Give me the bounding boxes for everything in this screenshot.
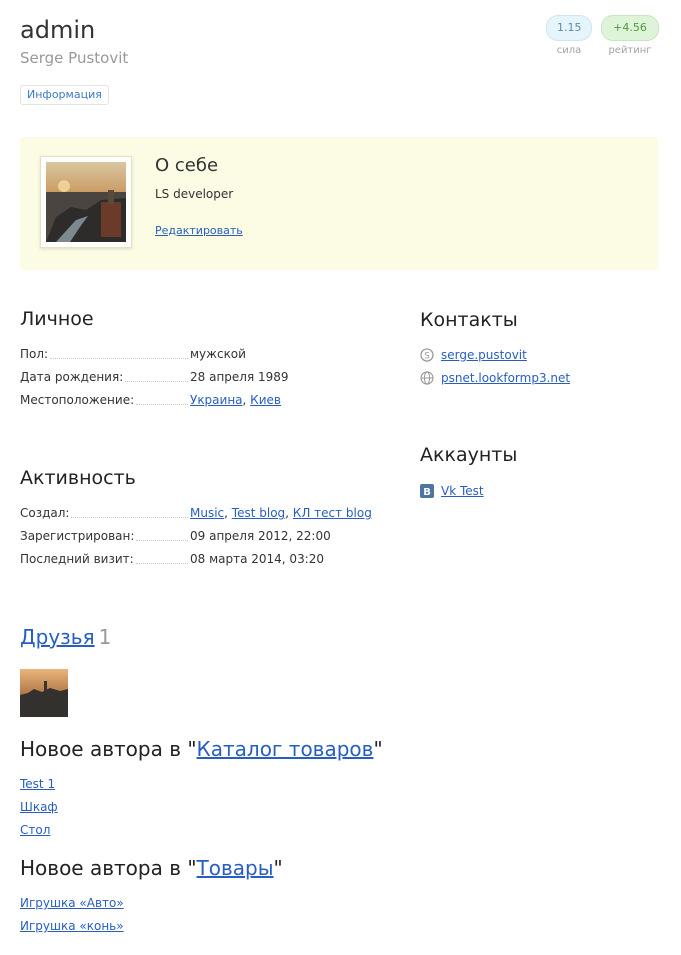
personal-title: Личное xyxy=(20,308,94,330)
personal-row-birthday: Дата рождения: 28 апреля 1989 xyxy=(20,369,400,385)
location-value: Украина, Киев xyxy=(190,393,281,407)
catalog-items: Test 1 Шкаф Стол xyxy=(20,773,58,842)
vk-icon: В xyxy=(420,484,434,498)
about-text: LS developer xyxy=(155,187,234,201)
location-country-link[interactable]: Украина xyxy=(190,393,243,407)
location-city-link[interactable]: Киев xyxy=(250,393,281,407)
gender-label: Пол: xyxy=(20,346,51,362)
personal-row-location: Местоположение: Украина, Киев xyxy=(20,392,400,408)
created-value: Music, Test blog, КЛ тест blog xyxy=(190,506,372,520)
contacts-title: Контакты xyxy=(420,309,518,331)
goods-items: Игрушка «Авто» Игрушка «конь» xyxy=(20,892,124,938)
birthday-label: Дата рождения: xyxy=(20,369,126,385)
friends-count: 1 xyxy=(98,625,112,649)
blog-link-kl[interactable]: КЛ тест blog xyxy=(293,506,372,520)
catalog-item[interactable]: Шкаф xyxy=(20,796,58,819)
personal-row-gender: Пол: мужской xyxy=(20,346,400,362)
about-edit-link[interactable]: Редактировать xyxy=(155,224,243,237)
goods-blog-link[interactable]: Товары xyxy=(197,856,274,880)
rating-label: рейтинг xyxy=(608,45,652,56)
goods-section-title: Новое автора в "Товары" xyxy=(20,856,283,880)
profile-avatar[interactable] xyxy=(40,156,132,248)
activity-row-last-visit: Последний визит: 08 марта 2014, 03:20 xyxy=(20,551,400,567)
accounts-title: Аккаунты xyxy=(420,444,518,466)
rating-stat: +4.56 рейтинг xyxy=(601,15,659,57)
activity-title: Активность xyxy=(20,467,136,489)
svg-text:В: В xyxy=(423,487,431,498)
about-box: О себе LS developer Редактировать xyxy=(20,137,658,270)
svg-text:S: S xyxy=(424,352,430,362)
site-link[interactable]: psnet.lookformp3.net xyxy=(441,370,570,386)
profile-username: admin xyxy=(20,16,96,44)
catalog-item[interactable]: Стол xyxy=(20,819,58,842)
activity-row-created: Создал: Music, Test blog, КЛ тест blog xyxy=(20,505,400,521)
goods-item[interactable]: Игрушка «конь» xyxy=(20,915,124,938)
last-visit-label: Последний визит: xyxy=(20,551,136,567)
personal-list: Пол: мужской Дата рождения: 28 апреля 19… xyxy=(20,346,400,408)
power-label: сила xyxy=(556,45,582,56)
catalog-section-title: Новое автора в "Каталог товаров" xyxy=(20,737,383,761)
catalog-item[interactable]: Test 1 xyxy=(20,773,58,796)
rating-value[interactable]: +4.56 xyxy=(601,15,659,41)
registered-label: Зарегистрирован: xyxy=(20,528,137,544)
friend-avatar[interactable] xyxy=(20,669,68,717)
power-value: 1.15 xyxy=(546,15,592,41)
friend-photo xyxy=(20,669,68,717)
vk-link[interactable]: Vk Test xyxy=(441,483,484,499)
skype-link[interactable]: serge.pustovit xyxy=(441,347,527,363)
profile-realname: Serge Pustovit xyxy=(20,49,129,67)
account-vk: В Vk Test xyxy=(420,483,484,499)
about-title: О себе xyxy=(155,155,219,176)
tab-info[interactable]: Информация xyxy=(20,85,109,105)
friends-link[interactable]: Друзья xyxy=(20,625,95,649)
globe-icon xyxy=(420,371,434,385)
gender-value: мужской xyxy=(190,347,246,361)
contact-skype: S serge.pustovit xyxy=(420,347,527,363)
birthday-value: 28 апреля 1989 xyxy=(190,370,289,384)
registered-value: 09 апреля 2012, 22:00 xyxy=(190,529,331,543)
power-stat: 1.15 сила xyxy=(546,15,592,57)
location-label: Местоположение: xyxy=(20,392,137,408)
blog-link-test[interactable]: Test blog xyxy=(232,506,285,520)
goods-item[interactable]: Игрушка «Авто» xyxy=(20,892,124,915)
avatar-photo xyxy=(46,162,126,242)
skype-icon: S xyxy=(420,348,434,362)
activity-list: Создал: Music, Test blog, КЛ тест blog З… xyxy=(20,505,400,567)
blog-link-music[interactable]: Music xyxy=(190,506,224,520)
created-label: Создал: xyxy=(20,505,72,521)
friends-header: Друзья 1 xyxy=(20,623,111,651)
contact-site: psnet.lookformp3.net xyxy=(420,370,570,386)
last-visit-value: 08 марта 2014, 03:20 xyxy=(190,552,325,566)
catalog-blog-link[interactable]: Каталог товаров xyxy=(197,737,374,761)
activity-row-registered: Зарегистрирован: 09 апреля 2012, 22:00 xyxy=(20,528,400,544)
